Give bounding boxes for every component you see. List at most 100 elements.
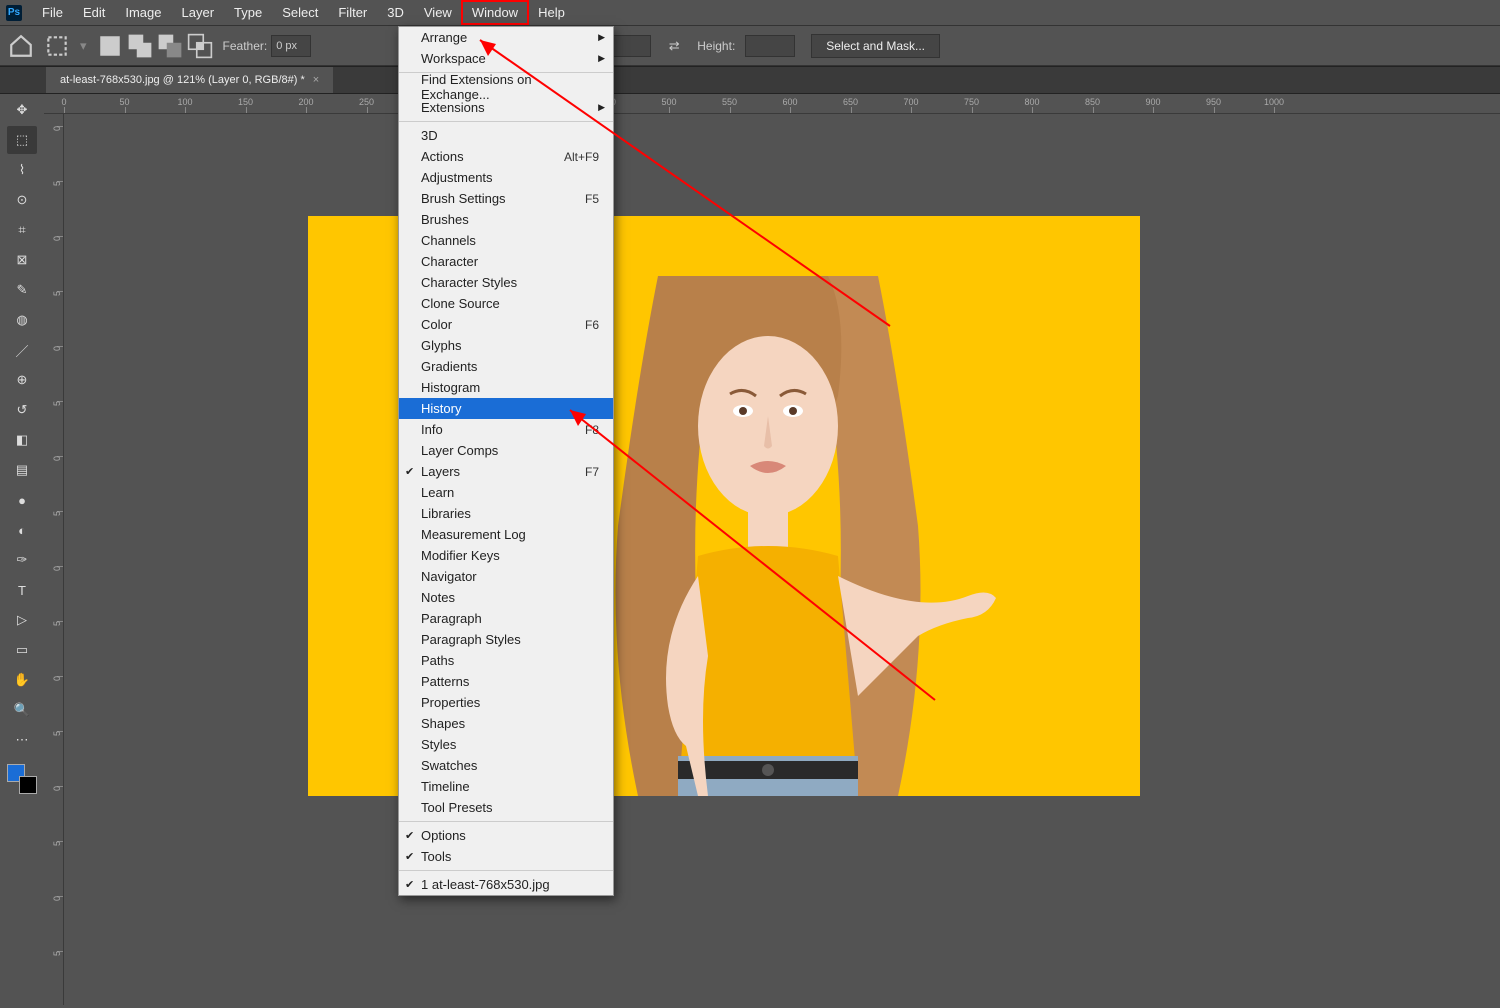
menu-item-3d[interactable]: 3D bbox=[399, 125, 613, 146]
selection-mode-group bbox=[97, 33, 213, 59]
menu-layer[interactable]: Layer bbox=[172, 1, 225, 24]
tool-move[interactable]: ✥ bbox=[7, 96, 37, 124]
tool-dodge[interactable]: ◐ bbox=[7, 516, 37, 544]
tool-blur[interactable]: ● bbox=[7, 486, 37, 514]
menu-edit[interactable]: Edit bbox=[73, 1, 115, 24]
tool-lasso[interactable]: ⌇ bbox=[7, 156, 37, 184]
swap-icon[interactable]: ⇄ bbox=[661, 33, 687, 59]
menu-item-libraries[interactable]: Libraries bbox=[399, 503, 613, 524]
close-icon[interactable]: × bbox=[313, 74, 319, 86]
tool-crop[interactable]: ⌗ bbox=[7, 216, 37, 244]
ruler-vertical: 0505050505050505 bbox=[44, 114, 64, 1005]
selection-intersect-icon[interactable] bbox=[187, 33, 213, 59]
menu-bar: Ps FileEditImageLayerTypeSelectFilter3DV… bbox=[0, 0, 1500, 26]
menu-item-brushes[interactable]: Brushes bbox=[399, 209, 613, 230]
tool-healing[interactable]: ◍ bbox=[7, 306, 37, 334]
tool-eraser[interactable]: ◧ bbox=[7, 426, 37, 454]
tool-frame[interactable]: ⊠ bbox=[7, 246, 37, 274]
menu-item-channels[interactable]: Channels bbox=[399, 230, 613, 251]
menu-item-measurement-log[interactable]: Measurement Log bbox=[399, 524, 613, 545]
feather-input[interactable] bbox=[271, 35, 311, 57]
tool-text[interactable]: T bbox=[7, 576, 37, 604]
tool-more[interactable]: ⋯ bbox=[7, 726, 37, 754]
menu-item-layer-comps[interactable]: Layer Comps bbox=[399, 440, 613, 461]
selection-subtract-icon[interactable] bbox=[157, 33, 183, 59]
menu-item-info[interactable]: InfoF8 bbox=[399, 419, 613, 440]
document-tab-title: at-least-768x530.jpg @ 121% (Layer 0, RG… bbox=[60, 74, 305, 86]
menu-item-glyphs[interactable]: Glyphs bbox=[399, 335, 613, 356]
menu-item-learn[interactable]: Learn bbox=[399, 482, 613, 503]
app-icon: Ps bbox=[6, 5, 22, 21]
menu-window[interactable]: Window bbox=[462, 1, 528, 24]
menu-item-character-styles[interactable]: Character Styles bbox=[399, 272, 613, 293]
menu-item-paths[interactable]: Paths bbox=[399, 650, 613, 671]
canvas[interactable]: 0501001502002503003504004505005506006507… bbox=[44, 94, 1500, 1005]
height-input[interactable] bbox=[745, 35, 795, 57]
menu-item-workspace[interactable]: Workspace▶ bbox=[399, 48, 613, 69]
tool-pen[interactable]: ✑ bbox=[7, 546, 37, 574]
menu-item-arrange[interactable]: Arrange▶ bbox=[399, 27, 613, 48]
menu-item-adjustments[interactable]: Adjustments bbox=[399, 167, 613, 188]
menu-item-timeline[interactable]: Timeline bbox=[399, 776, 613, 797]
menu-item-notes[interactable]: Notes bbox=[399, 587, 613, 608]
menu-file[interactable]: File bbox=[32, 1, 73, 24]
menu-item-tool-presets[interactable]: Tool Presets bbox=[399, 797, 613, 818]
tool-zoom[interactable]: 🔍 bbox=[7, 696, 37, 724]
tool-eyedropper[interactable]: ✎ bbox=[7, 276, 37, 304]
menu-item-styles[interactable]: Styles bbox=[399, 734, 613, 755]
menu-item-modifier-keys[interactable]: Modifier Keys bbox=[399, 545, 613, 566]
selection-new-icon[interactable] bbox=[97, 33, 123, 59]
tool-gradient[interactable]: ▤ bbox=[7, 456, 37, 484]
menu-item-find-extensions-on-exchange-[interactable]: Find Extensions on Exchange... bbox=[399, 76, 613, 97]
ruler-horizontal: 0501001502002503003504004505005506006507… bbox=[44, 94, 1500, 114]
marquee-icon[interactable] bbox=[44, 33, 70, 59]
menu-item-layers[interactable]: ✔LayersF7 bbox=[399, 461, 613, 482]
menu-item-histogram[interactable]: Histogram bbox=[399, 377, 613, 398]
select-and-mask-button[interactable]: Select and Mask... bbox=[811, 34, 940, 58]
options-bar: ▾ Feather: dth: ⇄ Height: Select and Mas… bbox=[0, 26, 1500, 66]
menu-item-character[interactable]: Character bbox=[399, 251, 613, 272]
tool-palette: ✥⬚⌇⊙⌗⊠✎◍／⊕↺◧▤●◐✑T▷▭✋🔍⋯ bbox=[0, 94, 44, 1005]
window-menu-dropdown: Arrange▶Workspace▶ Find Extensions on Exc… bbox=[398, 26, 614, 896]
menu-item-clone-source[interactable]: Clone Source bbox=[399, 293, 613, 314]
menu-view[interactable]: View bbox=[414, 1, 462, 24]
tool-clone[interactable]: ⊕ bbox=[7, 366, 37, 394]
menu-item-paragraph-styles[interactable]: Paragraph Styles bbox=[399, 629, 613, 650]
menu-item-color[interactable]: ColorF6 bbox=[399, 314, 613, 335]
menu-item-gradients[interactable]: Gradients bbox=[399, 356, 613, 377]
menu-item-swatches[interactable]: Swatches bbox=[399, 755, 613, 776]
menu-select[interactable]: Select bbox=[272, 1, 328, 24]
menu-image[interactable]: Image bbox=[115, 1, 171, 24]
workspace: ✥⬚⌇⊙⌗⊠✎◍／⊕↺◧▤●◐✑T▷▭✋🔍⋯ 05010015020025030… bbox=[0, 94, 1500, 1005]
menu-item-history[interactable]: History bbox=[399, 398, 613, 419]
tool-hand[interactable]: ✋ bbox=[7, 666, 37, 694]
menu-item-navigator[interactable]: Navigator bbox=[399, 566, 613, 587]
menu-item-1-at-least-768x530-jpg[interactable]: ✔1 at-least-768x530.jpg bbox=[399, 874, 613, 895]
feather-label: Feather: bbox=[223, 39, 268, 53]
menu-item-shapes[interactable]: Shapes bbox=[399, 713, 613, 734]
color-swatches[interactable] bbox=[7, 764, 37, 794]
home-icon[interactable] bbox=[8, 33, 34, 59]
menu-item-extensions[interactable]: Extensions▶ bbox=[399, 97, 613, 118]
menu-item-properties[interactable]: Properties bbox=[399, 692, 613, 713]
menu-item-brush-settings[interactable]: Brush SettingsF5 bbox=[399, 188, 613, 209]
tool-path-select[interactable]: ▷ bbox=[7, 606, 37, 634]
menu-item-paragraph[interactable]: Paragraph bbox=[399, 608, 613, 629]
document-tab-bar: at-least-768x530.jpg @ 121% (Layer 0, RG… bbox=[0, 66, 1500, 94]
selection-add-icon[interactable] bbox=[127, 33, 153, 59]
tool-marquee[interactable]: ⬚ bbox=[7, 126, 37, 154]
menu-item-actions[interactable]: ActionsAlt+F9 bbox=[399, 146, 613, 167]
menu-item-tools[interactable]: ✔Tools bbox=[399, 846, 613, 867]
document-tab[interactable]: at-least-768x530.jpg @ 121% (Layer 0, RG… bbox=[46, 67, 333, 93]
tool-shape[interactable]: ▭ bbox=[7, 636, 37, 664]
height-label: Height: bbox=[697, 39, 735, 53]
tool-quick-select[interactable]: ⊙ bbox=[7, 186, 37, 214]
tool-history-brush[interactable]: ↺ bbox=[7, 396, 37, 424]
menu-type[interactable]: Type bbox=[224, 1, 272, 24]
menu-filter[interactable]: Filter bbox=[328, 1, 377, 24]
menu-item-options[interactable]: ✔Options bbox=[399, 825, 613, 846]
menu-3d[interactable]: 3D bbox=[377, 1, 414, 24]
menu-help[interactable]: Help bbox=[528, 1, 575, 24]
menu-item-patterns[interactable]: Patterns bbox=[399, 671, 613, 692]
tool-brush[interactable]: ／ bbox=[7, 336, 37, 364]
